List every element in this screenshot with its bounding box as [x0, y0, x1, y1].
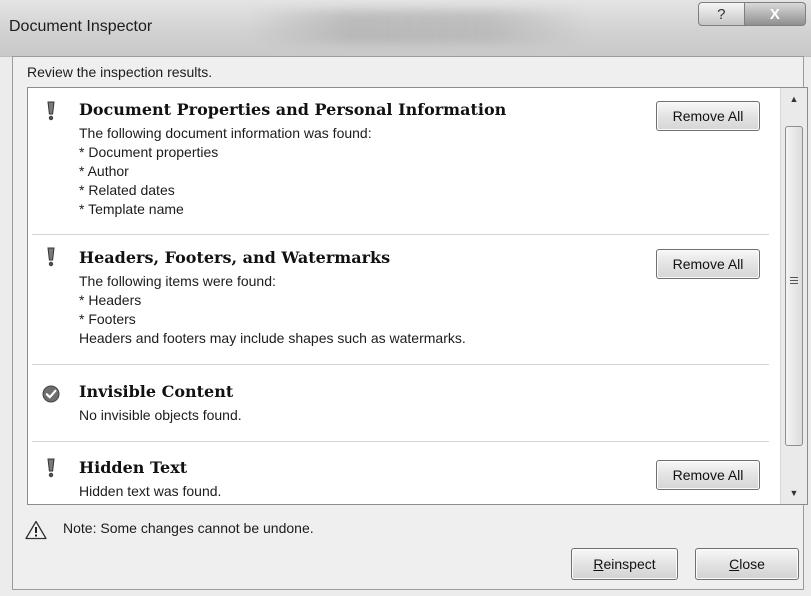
reinspect-button[interactable]: Reinspect [571, 548, 678, 580]
remove-all-button[interactable]: Remove All [656, 460, 760, 490]
reinspect-label: einspect [603, 556, 656, 572]
blurred-background-text [248, 10, 588, 44]
close-button[interactable]: Close [695, 548, 799, 580]
help-button[interactable]: ? [698, 2, 745, 26]
result-section-invisible-content: Invisible Content No invisible objects f… [28, 365, 773, 441]
section-detail-line: The following document information was f… [79, 125, 372, 141]
note-text: Note: Some changes cannot be undone. [63, 520, 314, 536]
result-section-hidden-text: Hidden Text Hidden text was found. Remov… [28, 442, 773, 504]
section-detail-line: Hidden text was found. [79, 483, 222, 499]
result-section-headers-footers: Headers, Footers, and Watermarks The fol… [28, 235, 773, 363]
section-detail-line: * Document properties [79, 144, 219, 160]
result-section-document-properties: Document Properties and Personal Informa… [28, 88, 773, 234]
inspection-results-list: Document Properties and Personal Informa… [27, 87, 808, 505]
window-title: Document Inspector [9, 18, 153, 35]
help-icon: ? [717, 5, 726, 23]
section-title: Hidden Text [79, 458, 188, 477]
arrow-down-icon: ▼ [789, 488, 799, 498]
exclamation-icon [47, 247, 55, 267]
close-icon: X [769, 5, 780, 23]
scroll-thumb[interactable] [785, 126, 803, 446]
section-detail-line: * Template name [79, 201, 184, 217]
section-title: Invisible Content [79, 382, 234, 401]
window-close-button[interactable]: X [744, 2, 806, 26]
exclamation-icon [47, 101, 55, 121]
section-detail-line: * Related dates [79, 182, 175, 198]
section-detail-line: The following items were found: [79, 273, 276, 289]
remove-all-button[interactable]: Remove All [656, 101, 760, 131]
section-detail-line: * Footers [79, 311, 136, 327]
scroll-down-button[interactable]: ▼ [781, 482, 807, 504]
close-label: lose [739, 556, 765, 572]
arrow-up-icon: ▲ [789, 94, 799, 104]
instructions-label: Review the inspection results. [27, 64, 213, 80]
warning-icon [25, 520, 47, 540]
section-detail-line: * Author [79, 163, 129, 179]
section-title: Document Properties and Personal Informa… [79, 100, 507, 119]
exclamation-icon [47, 458, 55, 478]
remove-all-button[interactable]: Remove All [656, 249, 760, 279]
section-title: Headers, Footers, and Watermarks [79, 248, 391, 267]
section-detail-line: Headers and footers may include shapes s… [79, 330, 466, 346]
section-detail-line: No invisible objects found. [79, 407, 242, 423]
reinspect-mnemonic: R [593, 556, 604, 572]
section-detail-line: * Headers [79, 292, 142, 308]
vertical-scrollbar[interactable]: ▲ ▼ [780, 88, 807, 504]
window-controls: ? X [698, 2, 806, 28]
scroll-up-button[interactable]: ▲ [781, 88, 807, 110]
close-mnemonic: C [729, 556, 740, 572]
grip-icon [790, 277, 798, 286]
title-bar[interactable]: Document Inspector ? X [0, 0, 811, 57]
checkmark-icon [42, 385, 60, 403]
